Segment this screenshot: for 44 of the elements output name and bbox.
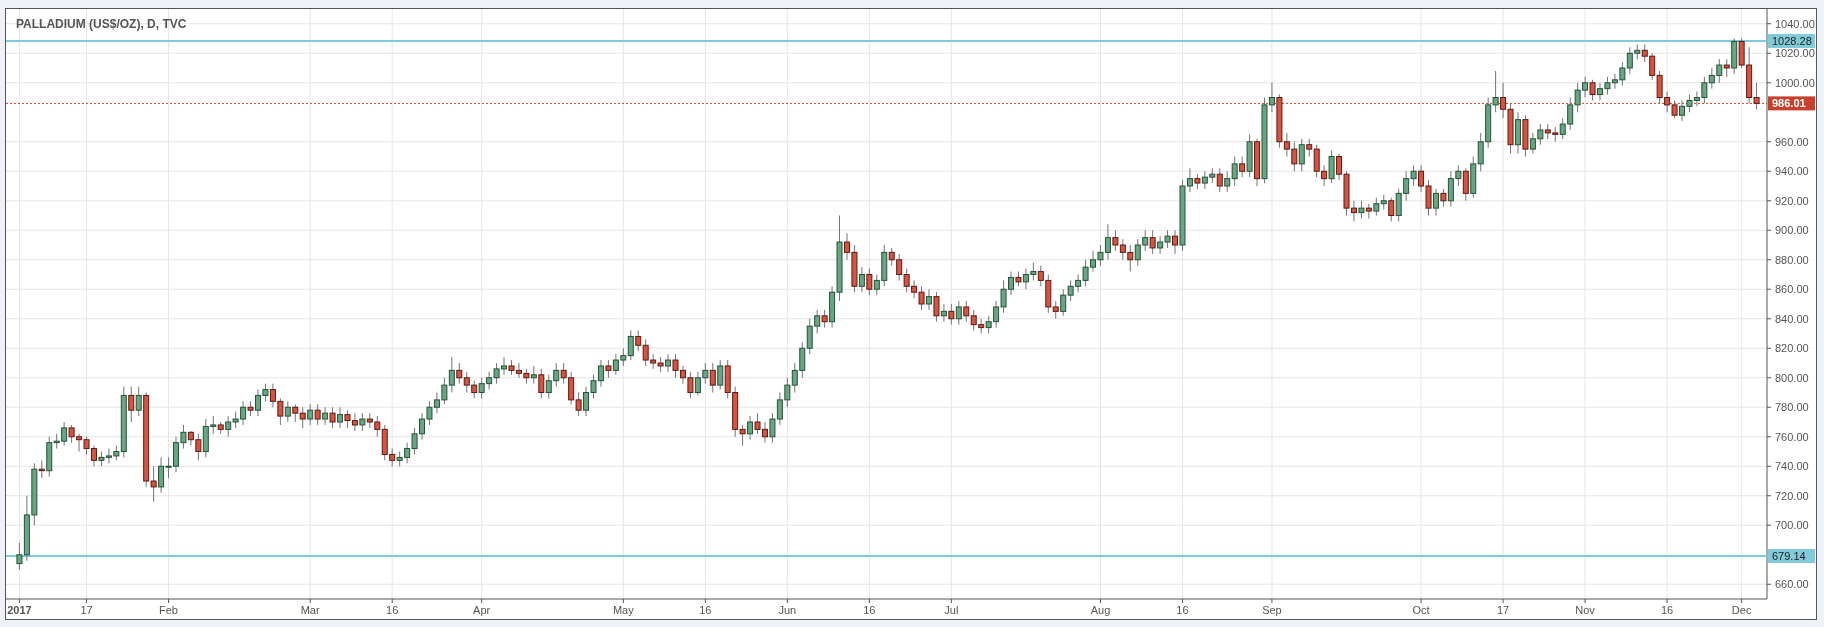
price-axis-label: 880.00: [1775, 253, 1809, 266]
price-axis-label: 1040.00: [1775, 17, 1815, 30]
price-axis-label: 740.00: [1775, 460, 1809, 473]
date-axis-label: 17: [80, 604, 93, 616]
price-axis-label: 800.00: [1775, 371, 1809, 384]
date-axis-label: May: [612, 604, 634, 616]
date-axis-label: 16: [1660, 604, 1674, 616]
price-axis-label: 760.00: [1775, 430, 1809, 443]
price-axis-label: 840.00: [1775, 312, 1809, 325]
date-axis-label: Apr: [473, 604, 491, 616]
chart-title: PALLADIUM (US$/OZ), D, TVC: [16, 17, 187, 31]
date-axis-label: Oct: [1412, 604, 1430, 616]
ref-line-label: 1028.28: [1772, 35, 1812, 48]
price-axis-label: 940.00: [1775, 165, 1809, 178]
price-axis-label: 860.00: [1775, 283, 1809, 296]
price-axis-label: 920.00: [1775, 194, 1809, 207]
date-axis-label: 16: [699, 604, 712, 616]
date-axis-label: Jul: [944, 604, 959, 616]
date-axis-label: Mar: [300, 604, 320, 616]
ref-line-label: 679.14: [1772, 550, 1806, 563]
price-axis-label: 900.00: [1775, 224, 1809, 237]
date-axis-label: 16: [863, 604, 876, 616]
date-axis-label: 17: [1496, 604, 1510, 616]
date-axis-label: 16: [1176, 604, 1189, 616]
price-tag: 986.01: [1768, 96, 1815, 111]
date-axis-label: Aug: [1090, 604, 1111, 616]
date-axis-label: Nov: [1575, 604, 1595, 616]
price-tag: 679.14: [1768, 549, 1815, 563]
price-axis-label: 700.00: [1775, 519, 1809, 532]
ref-line-label: 986.01: [1772, 97, 1806, 110]
price-axis-label: 780.00: [1775, 401, 1809, 414]
date-axis-label: Dec: [1731, 604, 1752, 616]
date-axis-label: 2017: [7, 604, 32, 616]
price-axis-label: 820.00: [1775, 342, 1809, 355]
date-axis-label: Sep: [1262, 604, 1282, 616]
price-axis-label: 720.00: [1775, 489, 1809, 502]
date-axis-label: Jun: [778, 604, 797, 616]
date-axis-label: Feb: [159, 604, 178, 616]
price-axis-label: 660.00: [1775, 578, 1809, 591]
price-axis-label: 1020.00: [1775, 47, 1815, 60]
date-axis-label: 16: [386, 604, 399, 616]
price-tag: 1028.28: [1768, 34, 1815, 49]
price-axis-label: 1000.00: [1775, 76, 1815, 89]
price-axis-label: 960.00: [1775, 135, 1809, 148]
